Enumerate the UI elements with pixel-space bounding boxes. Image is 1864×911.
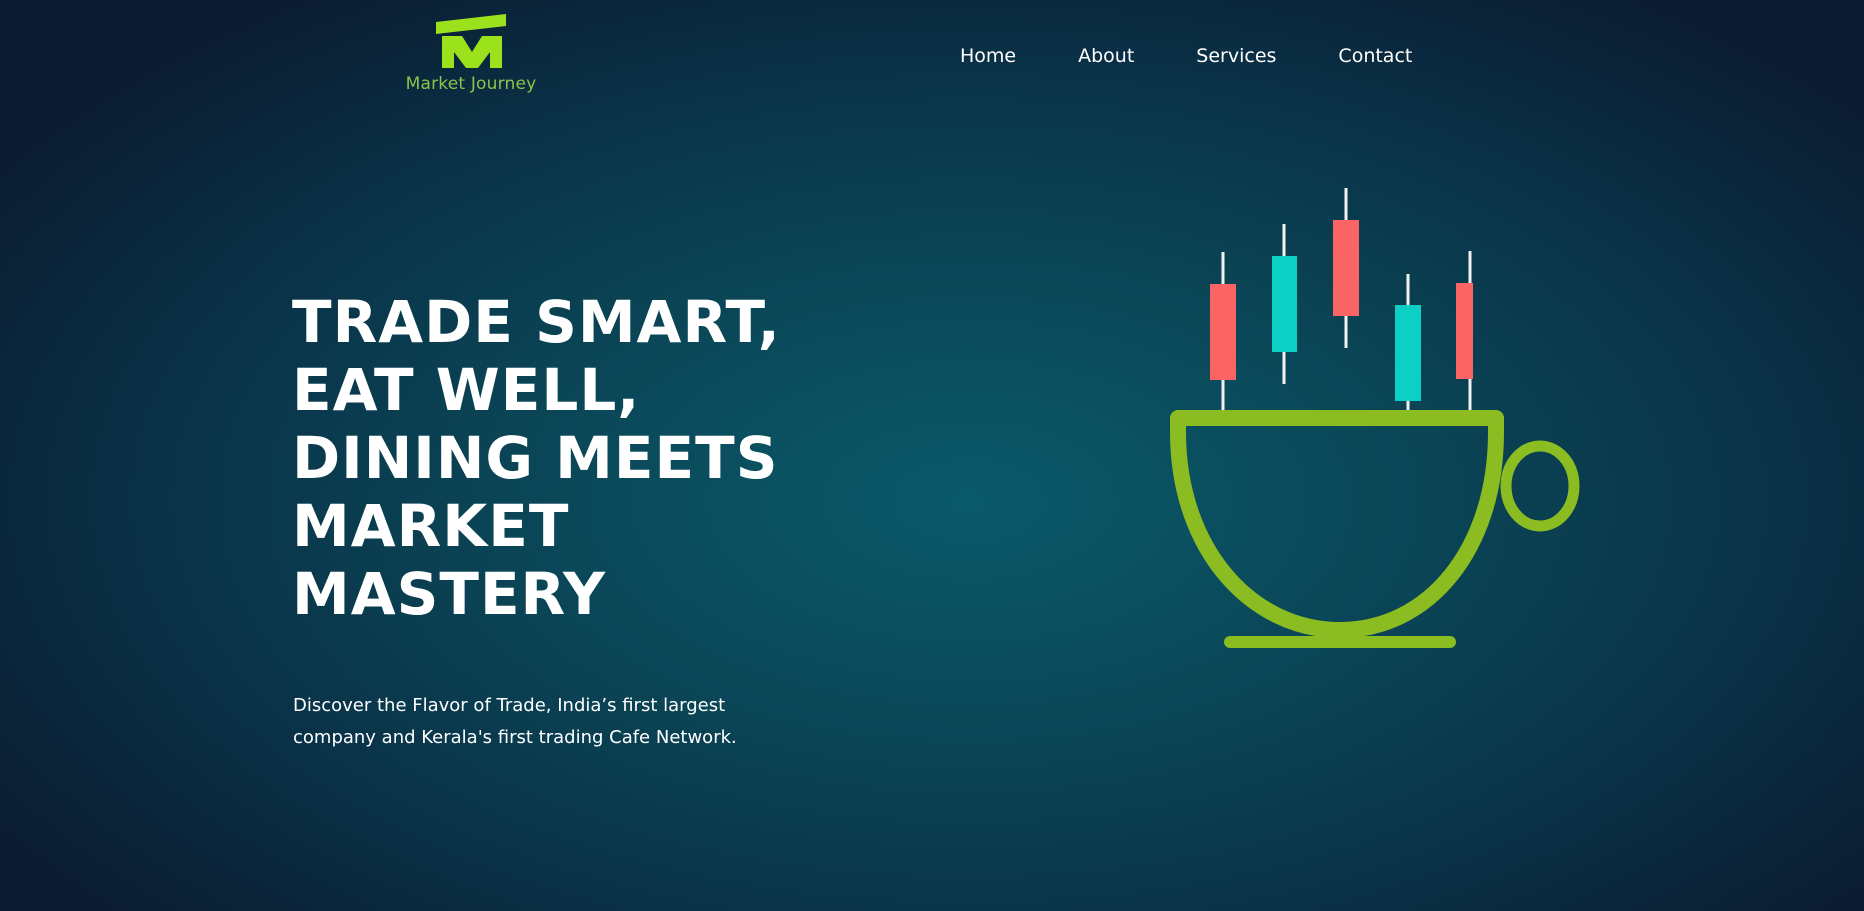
landing-page: Market Journey Home About Services Conta… [0,0,1864,911]
hero-title-line: MASTERY [292,560,607,628]
main-nav: Home About Services Contact [960,44,1412,68]
hero-subtitle-line: Discover the Flavor of Trade, India’s fi… [293,695,726,716]
hero-title-line: EAT WELL, [292,356,641,424]
hero-title-line: MARKET [292,492,570,560]
brand-name: Market Journey [405,74,537,94]
market-journey-m-icon [436,14,506,68]
hero-subtitle: Discover the Flavor of Trade, India’s fi… [293,690,813,754]
hero-subtitle-line: company and Kerala's first trading Cafe … [293,727,737,748]
candlestick-coffee-cup-icon [1170,188,1580,648]
brand-logo[interactable]: Market Journey [400,12,542,98]
hero-title: TRADE SMART, EAT WELL, DINING MEETS MARK… [292,288,781,628]
nav-contact-link[interactable]: Contact [1338,44,1412,68]
nav-about-link[interactable]: About [1078,44,1134,68]
hero-title-line: TRADE SMART, [292,288,781,356]
nav-services-link[interactable]: Services [1196,44,1276,68]
hero-illustration [1170,180,1590,665]
nav-home-link[interactable]: Home [960,44,1016,68]
hero-title-line: DINING MEETS [292,424,779,492]
